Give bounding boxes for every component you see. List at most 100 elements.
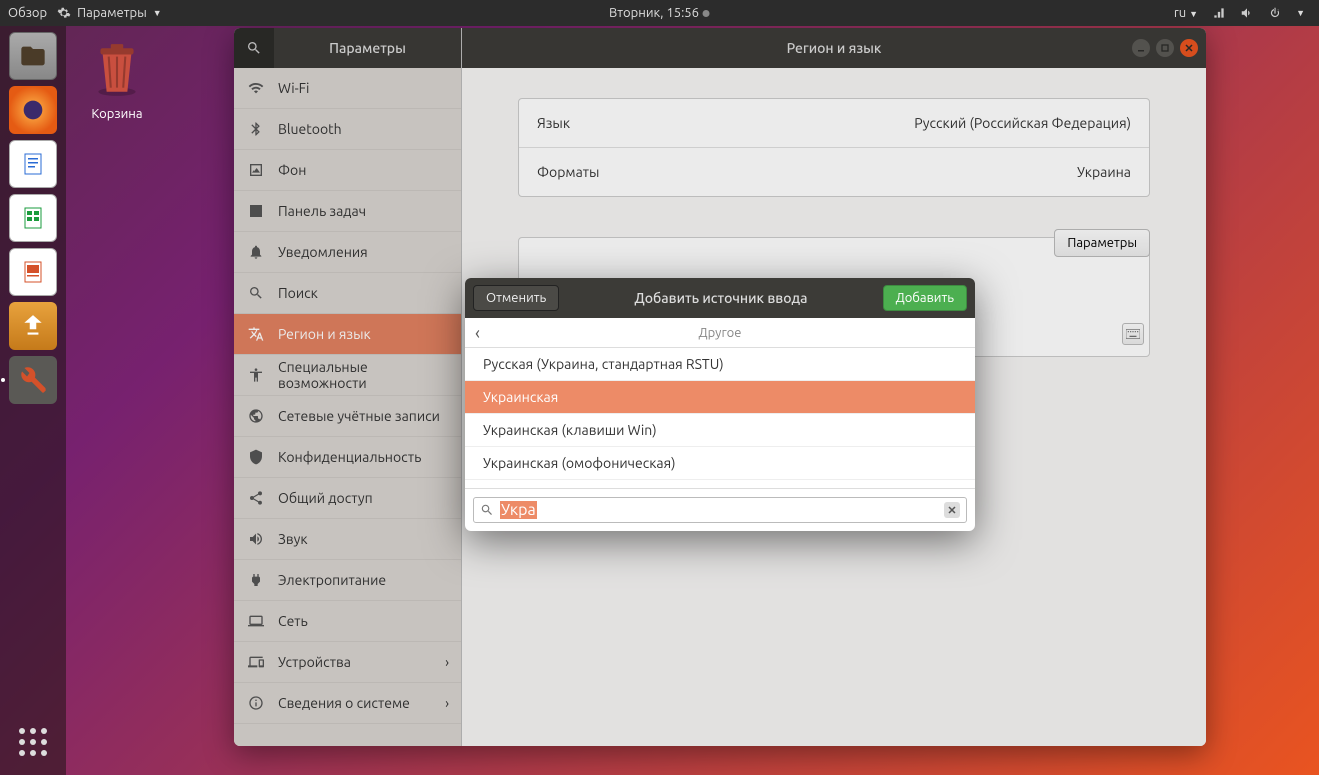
keyboard-layout-button[interactable]: [1122, 323, 1144, 345]
dock-writer[interactable]: [9, 140, 57, 188]
notification-dot-icon: [703, 10, 710, 17]
dock-icon: [248, 203, 264, 219]
sidebar-item-sound[interactable]: Звук: [234, 519, 461, 560]
add-input-source-dialog: Отменить Добавить источник ввода Добавит…: [465, 278, 975, 531]
window-minimize[interactable]: [1132, 39, 1150, 57]
sidebar-item-about[interactable]: Сведения о системе ›: [234, 683, 461, 724]
sidebar-item-label: Звук: [278, 531, 308, 547]
search-icon: [480, 503, 494, 517]
sidebar-item-label: Электропитание: [278, 572, 386, 588]
network-icon[interactable]: [1212, 6, 1226, 20]
sidebar-item-accounts[interactable]: Сетевые учётные записи: [234, 396, 461, 437]
sidebar-item-devices[interactable]: Устройства ›: [234, 642, 461, 683]
search-text: Укра: [500, 501, 537, 519]
sidebar-title: Параметры: [274, 40, 461, 56]
search-input[interactable]: Укра ✕: [473, 497, 967, 523]
top-bar: Обзор Параметры ▼ Вторник, 15:56 ru ▼ ▼: [0, 0, 1319, 26]
sidebar-item-label: Панель задач: [278, 203, 366, 219]
sidebar-item-label: Сеть: [278, 613, 308, 629]
input-source-option[interactable]: Украинская: [465, 381, 975, 414]
dock-tweaks[interactable]: [9, 356, 57, 404]
input-source-list: Русская (Украина, стандартная RSTU)Украи…: [465, 348, 975, 488]
sidebar-item-wifi[interactable]: Wi-Fi: [234, 68, 461, 109]
chevron-right-icon: ›: [445, 695, 449, 711]
notifications-icon: [248, 244, 264, 260]
sidebar-item-label: Конфиденциальность: [278, 449, 421, 465]
gear-icon: [57, 6, 71, 20]
show-applications-button[interactable]: [12, 721, 54, 763]
sidebar-item-dock[interactable]: Панель задач: [234, 191, 461, 232]
input-source-option[interactable]: Украинская (печатная машинка): [465, 480, 975, 488]
sidebar-item-notifications[interactable]: Уведомления: [234, 232, 461, 273]
sidebar: Параметры Wi-Fi Bluetooth Фон Панель задач У…: [234, 28, 462, 746]
dock-software[interactable]: [9, 302, 57, 350]
volume-icon[interactable]: [1240, 6, 1254, 20]
about-icon: [248, 695, 264, 711]
sidebar-item-power[interactable]: Электропитание: [234, 560, 461, 601]
dialog-subheader: Другое: [699, 326, 742, 340]
dock-calc[interactable]: [9, 194, 57, 242]
sidebar-item-privacy[interactable]: Конфиденциальность: [234, 437, 461, 478]
app-menu-label: Параметры: [77, 6, 147, 20]
power-icon: [248, 572, 264, 588]
page-title: Регион и язык: [787, 40, 882, 56]
sidebar-item-label: Фон: [278, 162, 306, 178]
dock-firefox[interactable]: [9, 86, 57, 134]
clock[interactable]: Вторник, 15:56: [609, 6, 710, 20]
privacy-icon: [248, 449, 264, 465]
trash-icon: [90, 40, 144, 98]
accessibility-icon: [248, 367, 264, 383]
dock: [0, 26, 66, 775]
sound-icon: [248, 531, 264, 547]
power-icon[interactable]: [1268, 6, 1282, 20]
cancel-button[interactable]: Отменить: [473, 285, 559, 311]
back-button[interactable]: ‹: [475, 323, 480, 343]
input-source-option[interactable]: Русская (Украина, стандартная RSTU): [465, 348, 975, 381]
sidebar-item-network[interactable]: Сеть: [234, 601, 461, 642]
language-value: Русский (Российская Федерация): [914, 115, 1131, 131]
dock-files[interactable]: [9, 32, 57, 80]
input-source-option[interactable]: Украинская (омофоническая): [465, 447, 975, 480]
formats-row[interactable]: Форматы Украина: [519, 147, 1149, 196]
sidebar-search-button[interactable]: [234, 28, 274, 68]
bluetooth-icon: [248, 121, 264, 137]
keyboard-layout-indicator[interactable]: ru ▼: [1174, 6, 1198, 20]
network-icon: [248, 613, 264, 629]
app-menu[interactable]: Параметры ▼: [57, 6, 162, 20]
devices-icon: [248, 654, 264, 670]
window-maximize[interactable]: [1156, 39, 1174, 57]
sidebar-item-label: Устройства: [278, 654, 351, 670]
chevron-right-icon: ›: [445, 654, 449, 670]
accounts-icon: [248, 408, 264, 424]
sidebar-item-label: Уведомления: [278, 244, 368, 260]
sidebar-item-label: Общий доступ: [278, 490, 373, 506]
sidebar-item-label: Сведения о системе: [278, 695, 410, 711]
sidebar-item-label: Wi-Fi: [278, 80, 309, 96]
sidebar-item-background[interactable]: Фон: [234, 150, 461, 191]
formats-value: Украина: [1077, 164, 1131, 180]
sidebar-item-accessibility[interactable]: Специальные возможности: [234, 355, 461, 396]
sidebar-item-label: Регион и язык: [278, 326, 371, 342]
activities-button[interactable]: Обзор: [8, 6, 47, 20]
sidebar-item-label: Специальные возможности: [278, 359, 447, 391]
input-source-option[interactable]: Украинская (клавиши Win): [465, 414, 975, 447]
add-button[interactable]: Добавить: [883, 285, 967, 311]
sidebar-item-label: Bluetooth: [278, 121, 342, 137]
desktop-trash[interactable]: Корзина: [90, 40, 144, 121]
sidebar-item-region[interactable]: Регион и язык: [234, 314, 461, 355]
language-row[interactable]: Язык Русский (Российская Федерация): [519, 99, 1149, 147]
desktop-trash-label: Корзина: [90, 107, 144, 121]
sidebar-item-label: Поиск: [278, 285, 318, 301]
clear-search-button[interactable]: ✕: [944, 502, 960, 518]
dock-impress[interactable]: [9, 248, 57, 296]
sidebar-item-search[interactable]: Поиск: [234, 273, 461, 314]
language-panel: Язык Русский (Российская Федерация) Форм…: [518, 98, 1150, 197]
background-icon: [248, 162, 264, 178]
input-sources-options-button[interactable]: Параметры: [1054, 229, 1150, 257]
sidebar-item-sharing[interactable]: Общий доступ: [234, 478, 461, 519]
window-close[interactable]: [1180, 39, 1198, 57]
dialog-title: Добавить источник ввода: [634, 290, 807, 306]
sidebar-item-bluetooth[interactable]: Bluetooth: [234, 109, 461, 150]
search-icon: [248, 285, 264, 301]
keyboard-icon: [1126, 329, 1140, 339]
